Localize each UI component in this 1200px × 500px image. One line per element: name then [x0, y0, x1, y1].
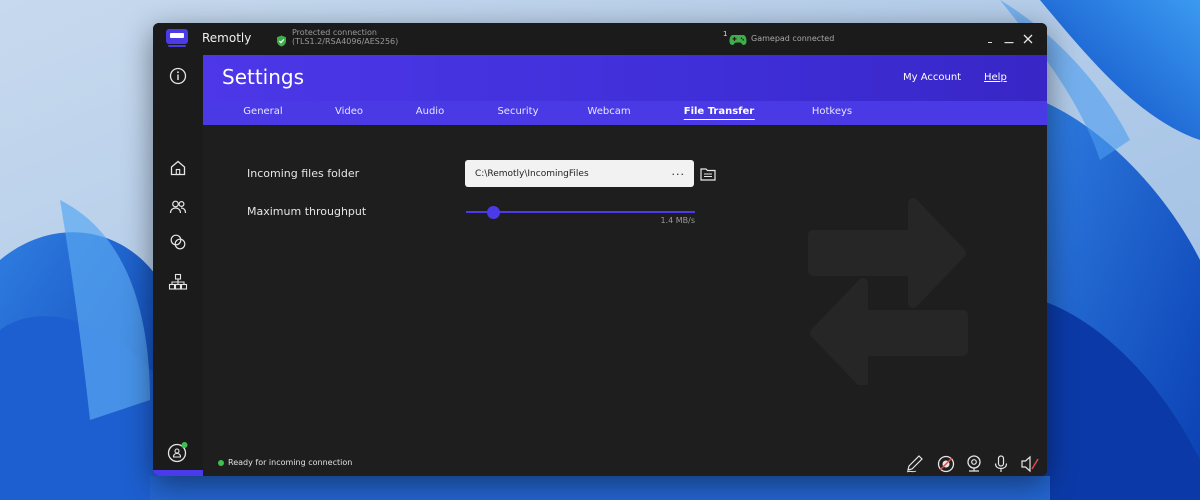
sidebar-settings-button[interactable] [153, 470, 203, 476]
tab-file-transfer[interactable]: File Transfer [683, 106, 755, 120]
sidebar-home-button[interactable] [153, 151, 203, 185]
throughput-slider-thumb[interactable] [486, 206, 500, 219]
title-bar[interactable]: Remotly Protected connection (TLS1.2/RSA… [153, 23, 1047, 55]
settings-header: Settings My Account Help General Video A… [203, 55, 1047, 125]
tab-security[interactable]: Security [497, 106, 538, 117]
throughput-slider-track[interactable] [466, 211, 695, 213]
sidebar [153, 55, 203, 476]
maximize-button[interactable] [1001, 31, 1017, 47]
my-account-link[interactable]: My Account [903, 72, 961, 83]
minimize-button[interactable] [982, 31, 998, 47]
status-bar: Ready for incoming connection [203, 450, 1047, 476]
webcam-icon [967, 455, 981, 472]
home-icon [170, 160, 186, 176]
annotate-button[interactable] [905, 454, 925, 474]
pen-icon [906, 455, 923, 473]
settings-tabs: General Video Audio Security Webcam File… [203, 101, 1047, 125]
browse-dots-button[interactable]: ... [672, 165, 686, 178]
microphone-icon [994, 455, 1008, 472]
open-folder-button[interactable] [700, 166, 716, 185]
record-button[interactable] [936, 454, 956, 474]
status-indicator-dot [218, 460, 224, 466]
file-transfer-settings: Incoming files folder C:\Remotly\Incomin… [203, 125, 1047, 450]
overlapping-circles-icon [170, 234, 186, 250]
gamepad-status: Gamepad connected [751, 34, 835, 43]
maximize-icon [1004, 42, 1014, 44]
minimize-icon [988, 42, 992, 43]
folder-icon [700, 168, 716, 181]
close-icon [1023, 34, 1033, 44]
info-icon [169, 67, 187, 85]
people-icon [169, 200, 187, 214]
shield-check-icon [276, 32, 287, 51]
status-text: Ready for incoming connection [228, 458, 353, 467]
tab-audio[interactable]: Audio [416, 106, 444, 117]
gamepad-count: 1 [723, 30, 728, 38]
close-button[interactable] [1020, 31, 1036, 47]
sidebar-contacts-button[interactable] [153, 190, 203, 224]
security-line-2: (TLS1.2/RSA4096/AES256) [292, 37, 399, 46]
record-disabled-icon [937, 455, 955, 473]
webcam-button[interactable] [964, 454, 984, 474]
speaker-button[interactable] [1020, 454, 1040, 474]
gamepad-icon [729, 31, 747, 50]
tab-video[interactable]: Video [335, 106, 363, 117]
user-profile-icon [167, 442, 188, 463]
help-link[interactable]: Help [984, 72, 1007, 83]
sidebar-profile-button[interactable] [153, 435, 203, 469]
microphone-button[interactable] [991, 454, 1011, 474]
tab-general[interactable]: General [243, 106, 282, 117]
app-title: Remotly [202, 31, 252, 45]
security-line-1: Protected connection [292, 28, 377, 37]
incoming-folder-field[interactable]: C:\Remotly\IncomingFiles ... [465, 160, 694, 187]
settings-window: Remotly Protected connection (TLS1.2/RSA… [153, 23, 1047, 476]
tab-webcam[interactable]: Webcam [587, 106, 630, 117]
tab-hotkeys[interactable]: Hotkeys [812, 106, 852, 117]
incoming-folder-value: C:\Remotly\IncomingFiles [475, 169, 589, 179]
page-title: Settings [222, 65, 305, 89]
connection-security-status: Protected connection (TLS1.2/RSA4096/AES… [292, 28, 398, 46]
sidebar-sessions-button[interactable] [153, 225, 203, 259]
app-logo-icon [165, 28, 189, 48]
throughput-value: 1.4 MB/s [660, 216, 695, 225]
speaker-muted-icon [1021, 455, 1039, 473]
sidebar-info-button[interactable] [153, 59, 203, 93]
network-icon [168, 273, 188, 290]
transfer-arrows-watermark-icon [808, 198, 968, 385]
incoming-folder-label: Incoming files folder [247, 167, 360, 180]
sidebar-network-button[interactable] [153, 265, 203, 299]
throughput-label: Maximum throughput [247, 205, 367, 218]
